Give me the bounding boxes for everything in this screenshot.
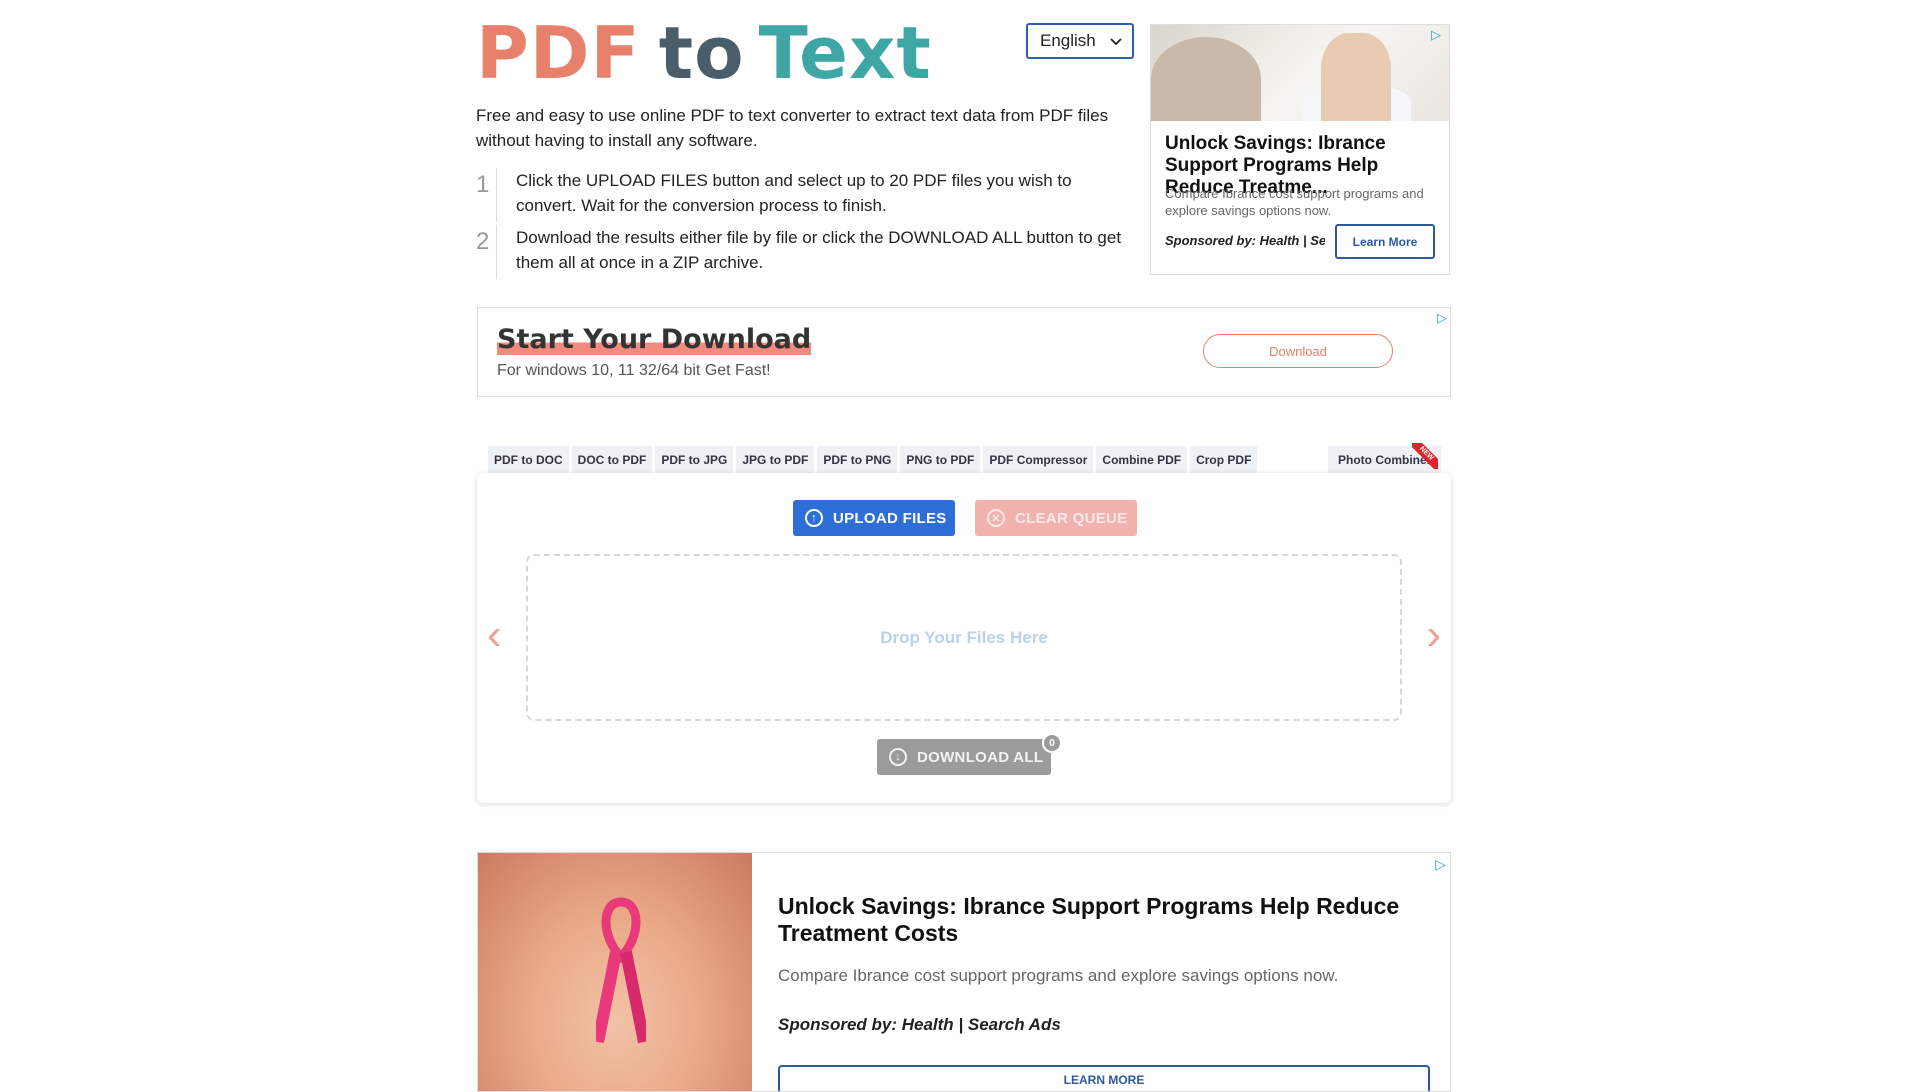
tab-combine-pdf[interactable]: Combine PDF (1096, 446, 1188, 473)
file-count-badge: 0 (1042, 733, 1062, 753)
tab-pdf-compressor[interactable]: PDF Compressor (983, 446, 1094, 473)
step-number: 2 (476, 225, 516, 279)
upload-files-label: UPLOAD FILES (833, 509, 947, 527)
logo-to: to (658, 11, 745, 95)
clear-queue-button[interactable]: ✕ CLEAR QUEUE (975, 500, 1137, 536)
chevron-down-icon (1110, 31, 1122, 51)
ad-right[interactable]: ▷ Unlock Savings: Ibrance Support Progra… (1150, 24, 1450, 275)
ad-image[interactable] (1151, 25, 1449, 121)
ad-description: Compare Ibrance cost support programs an… (1165, 186, 1424, 218)
new-badge: NEW (1412, 443, 1438, 469)
drop-zone[interactable]: Drop Your Files Here (526, 554, 1402, 721)
ad-banner-headline: Start Your Download (497, 324, 812, 355)
tab-pdf-to-doc[interactable]: PDF to DOC (488, 446, 569, 473)
tab-doc-to-pdf[interactable]: DOC to PDF (571, 446, 653, 473)
pink-ribbon-icon (596, 897, 646, 1044)
ad-banner-subtext: For windows 10, 11 32/64 bit Get Fast! (497, 362, 771, 379)
site-logo[interactable]: PDF to Text (476, 11, 932, 95)
download-icon: ↓ (889, 748, 907, 766)
language-select-value: English (1040, 31, 1096, 50)
ad-sponsor: Sponsored by: Health | Sea... (1165, 233, 1325, 248)
logo-pdf: PDF (476, 11, 641, 95)
scroll-right-arrow[interactable]: › (1426, 613, 1441, 657)
converter-panel: ↑ UPLOAD FILES ✕ CLEAR QUEUE ‹ Drop Your… (477, 473, 1451, 803)
step-2: 2 Download the results either file by fi… (476, 225, 1136, 279)
step-text: Click the UPLOAD FILES button and select… (516, 171, 1072, 215)
adchoices-icon[interactable]: ▷ (1431, 27, 1447, 43)
tab-pdf-to-png[interactable]: PDF to PNG (817, 446, 898, 473)
drop-zone-label: Drop Your Files Here (880, 627, 1048, 647)
download-all-button[interactable]: ↓ DOWNLOAD ALL (877, 739, 1051, 775)
step-number: 1 (476, 168, 516, 222)
intro-text: Free and easy to use online PDF to text … (476, 106, 1109, 150)
tool-tabs: PDF to DOC DOC to PDF PDF to JPG JPG to … (488, 446, 1258, 473)
ad-sponsor: Sponsored by: Health | Search Ads (778, 1015, 1061, 1034)
adchoices-icon[interactable]: ▷ (1437, 310, 1447, 326)
step-1: 1 Click the UPLOAD FILES button and sele… (476, 168, 1136, 222)
tab-crop-pdf[interactable]: Crop PDF (1190, 446, 1258, 473)
ad-download-button[interactable]: Download (1203, 334, 1393, 368)
ad-description: Compare Ibrance cost support programs an… (778, 966, 1339, 985)
download-all-label: DOWNLOAD ALL (917, 748, 1044, 766)
adchoices-icon[interactable]: ▷ (1435, 856, 1446, 873)
language-select[interactable]: English (1026, 23, 1134, 59)
tab-png-to-pdf[interactable]: PNG to PDF (900, 446, 981, 473)
ad-learn-more-button[interactable]: LEARN MORE (778, 1065, 1430, 1091)
upload-icon: ↑ (805, 509, 823, 527)
upload-files-button[interactable]: ↑ UPLOAD FILES (793, 500, 955, 536)
ad-learn-more-button[interactable]: Learn More (1335, 224, 1435, 259)
clear-queue-label: CLEAR QUEUE (1015, 509, 1128, 527)
step-text: Download the results either file by file… (516, 228, 1122, 272)
tab-jpg-to-pdf[interactable]: JPG to PDF (736, 446, 815, 473)
ad-bottom[interactable]: Unlock Savings: Ibrance Support Programs… (477, 852, 1451, 1092)
logo-text: Text (758, 11, 932, 95)
close-icon: ✕ (987, 509, 1005, 527)
scroll-left-arrow[interactable]: ‹ (487, 613, 502, 657)
tab-pdf-to-jpg[interactable]: PDF to JPG (655, 446, 734, 473)
ad-title[interactable]: Unlock Savings: Ibrance Support Programs… (778, 893, 1438, 947)
ad-banner[interactable]: Start Your Download For windows 10, 11 3… (477, 307, 1451, 397)
ad-image[interactable] (478, 853, 752, 1091)
